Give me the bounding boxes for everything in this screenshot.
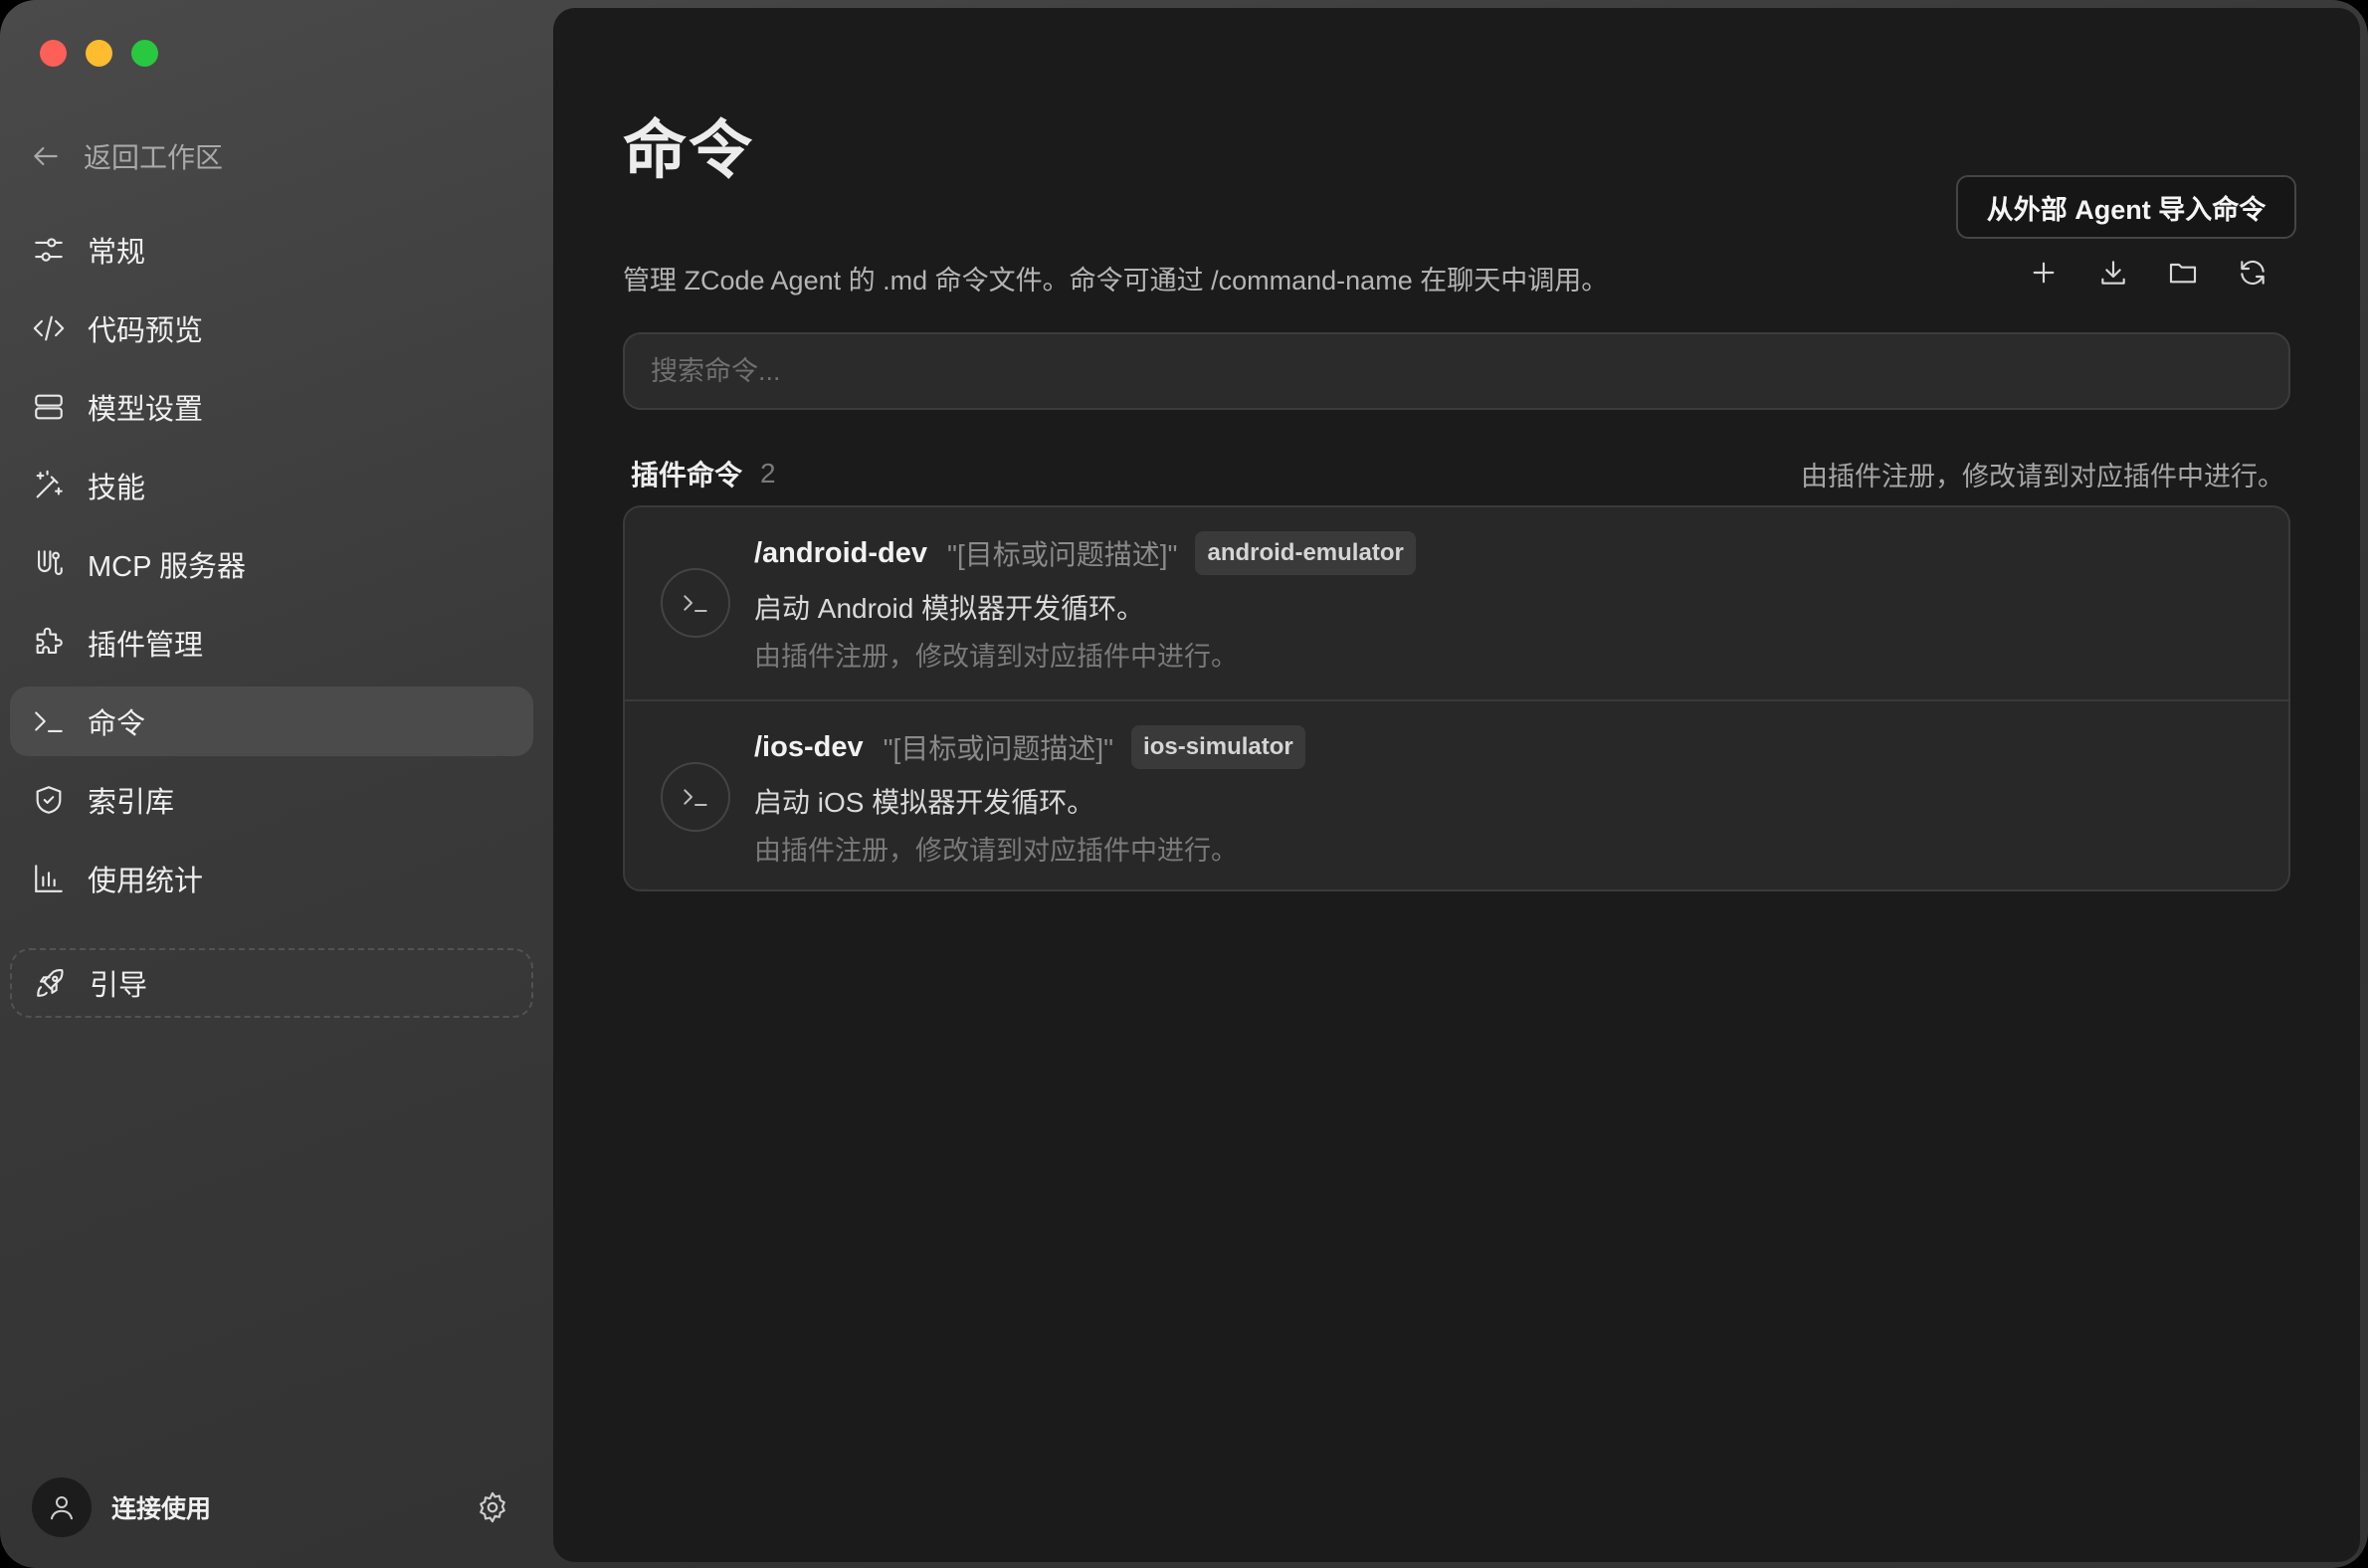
- plus-icon: [2033, 262, 2055, 284]
- command-header: /android-dev "[目标或问题描述]" android-emulato…: [754, 531, 1416, 575]
- nav-item-label: 插件管理: [88, 630, 204, 662]
- avatar[interactable]: [32, 1477, 92, 1537]
- command-source-note: 由插件注册，修改请到对应插件中进行。: [754, 642, 1238, 672]
- command-name: /ios-dev: [754, 730, 864, 763]
- refresh-button[interactable]: [2237, 257, 2269, 289]
- mcp-icon: [38, 550, 63, 575]
- page-description: 管理 ZCode Agent 的 .md 命令文件。命令可通过 /command…: [623, 266, 1609, 295]
- command-toolbar: [2028, 257, 2269, 289]
- nav-item-index[interactable]: 索引库: [10, 765, 533, 835]
- folder-icon: [2169, 263, 2197, 284]
- guide-label: 引导: [90, 970, 148, 1002]
- nav-item-label: 使用统计: [88, 866, 204, 897]
- nav-item-label: 模型设置: [88, 394, 204, 426]
- nav-item-model-settings[interactable]: 模型设置: [10, 372, 533, 442]
- search-commands-input[interactable]: [623, 332, 2290, 410]
- add-command-button[interactable]: [2028, 257, 2060, 289]
- app-window: 返回工作区 常规 代码预览 模型设置 技能 MCP 服务器 插件管理 命令 索引…: [0, 0, 2368, 1568]
- user-icon: [51, 1496, 73, 1520]
- main-panel: 命令 从外部 Agent 导入命令 管理 ZCode Agent 的 .md 命…: [553, 8, 2360, 1562]
- plugin-tag: ios-simulator: [1131, 725, 1305, 769]
- command-header: /ios-dev "[目标或问题描述]" ios-simulator: [754, 725, 1305, 769]
- sliders-icon: [35, 238, 63, 262]
- back-to-workspace-label: 返回工作区: [84, 142, 224, 173]
- nav-item-label: 常规: [88, 237, 146, 269]
- command-item[interactable]: /android-dev "[目标或问题描述]" android-emulato…: [625, 507, 2288, 699]
- nav-item-label: 技能: [88, 473, 146, 504]
- command-icon-circle: [661, 762, 730, 832]
- nav-item-general[interactable]: 常规: [10, 215, 533, 285]
- arrow-left-icon: [34, 146, 58, 166]
- open-folder-button[interactable]: [2167, 257, 2199, 289]
- nav-item-label: 代码预览: [88, 315, 204, 347]
- command-args: "[目标或问题描述]": [883, 733, 1114, 764]
- terminal-icon: [684, 789, 707, 806]
- section-title: 插件命令: [631, 460, 743, 490]
- page-title: 命令: [623, 114, 754, 186]
- nav-item-plugins[interactable]: 插件管理: [10, 608, 533, 678]
- command-icon-circle: [661, 568, 730, 638]
- nav-item-commands[interactable]: 命令: [10, 686, 533, 756]
- guide-button[interactable]: 引导: [10, 948, 533, 1018]
- plugin-commands-header: 插件命令 2 由插件注册，修改请到对应插件中进行。: [631, 454, 2284, 493]
- section-count: 2: [760, 458, 776, 489]
- nav-item-label: 命令: [88, 708, 146, 740]
- terminal-icon: [684, 595, 707, 612]
- terminal-icon: [35, 711, 63, 732]
- download-icon: [2101, 261, 2125, 285]
- refresh-icon: [2241, 260, 2265, 286]
- download-button[interactable]: [2097, 257, 2129, 289]
- magic-wand-icon: [36, 470, 63, 498]
- command-args: "[目标或问题描述]": [947, 539, 1178, 570]
- command-item[interactable]: /ios-dev "[目标或问题描述]" ios-simulator 启动 iO…: [625, 699, 2288, 889]
- nav-item-skills[interactable]: 技能: [10, 451, 533, 520]
- settings-sidebar: 返回工作区 常规 代码预览 模型设置 技能 MCP 服务器 插件管理 命令 索引…: [0, 0, 552, 1568]
- nav-item-usage-stats[interactable]: 使用统计: [10, 844, 533, 913]
- code-icon: [33, 315, 65, 341]
- server-icon: [35, 394, 63, 420]
- command-name: /android-dev: [754, 536, 928, 569]
- import-from-agent-button[interactable]: 从外部 Agent 导入命令: [1956, 175, 2296, 239]
- nav-item-mcp-servers[interactable]: MCP 服务器: [10, 529, 533, 599]
- command-description: 启动 iOS 模拟器开发循环。: [754, 787, 1095, 818]
- command-list: /android-dev "[目标或问题描述]" android-emulato…: [623, 505, 2290, 891]
- nav-item-label: MCP 服务器: [88, 551, 246, 583]
- rocket-icon: [37, 969, 64, 997]
- puzzle-icon: [36, 627, 63, 654]
- gear-icon[interactable]: [476, 1490, 509, 1524]
- nav-item-code-preview[interactable]: 代码预览: [10, 294, 533, 363]
- command-source-note: 由插件注册，修改请到对应插件中进行。: [754, 836, 1238, 866]
- nav-item-label: 索引库: [88, 787, 175, 819]
- back-to-workspace-link[interactable]: 返回工作区: [30, 133, 223, 179]
- plugin-tag: android-emulator: [1195, 531, 1416, 575]
- bar-chart-icon: [35, 865, 63, 892]
- shield-icon: [36, 786, 62, 814]
- section-note: 由插件注册，修改请到对应插件中进行。: [1801, 461, 2284, 491]
- command-description: 启动 Android 模拟器开发循环。: [754, 593, 1145, 624]
- settings-nav: 常规 代码预览 模型设置 技能 MCP 服务器 插件管理 命令 索引库 使用统计: [10, 215, 533, 922]
- user-name[interactable]: 连接使用: [111, 1489, 211, 1525]
- user-account-row: 连接使用: [32, 1476, 509, 1538]
